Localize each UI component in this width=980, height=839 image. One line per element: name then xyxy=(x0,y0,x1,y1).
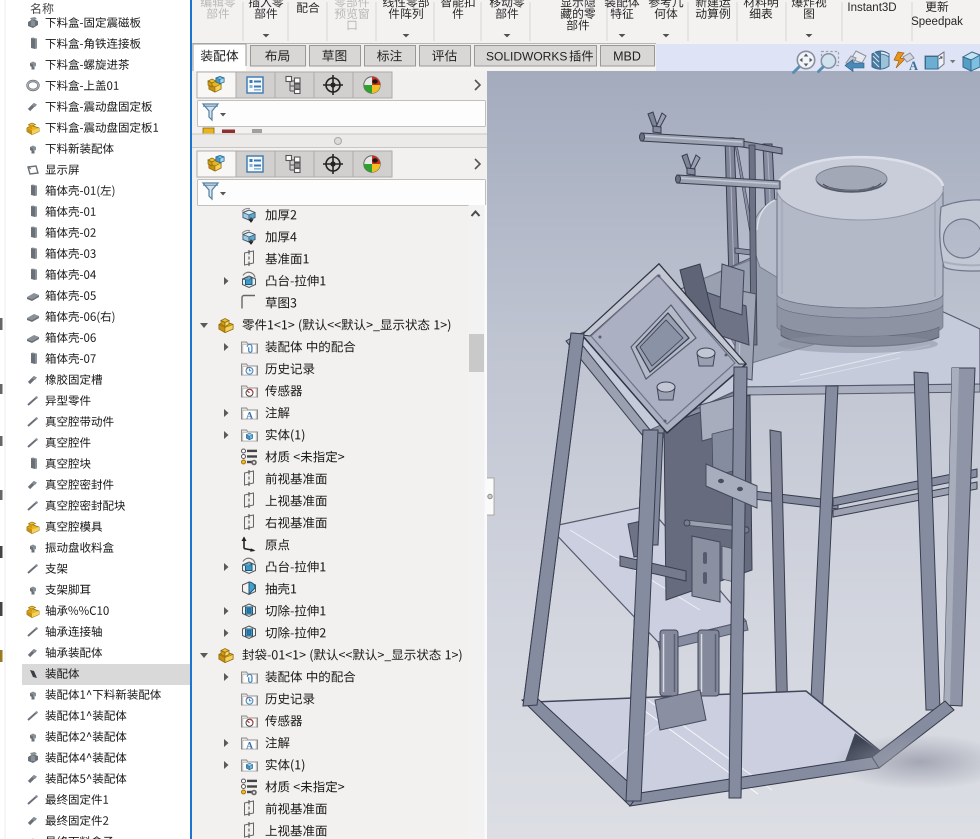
svg-text:Speedpak: Speedpak xyxy=(911,16,963,28)
svg-text:Instant3D: Instant3D xyxy=(847,2,896,14)
svg-text:A: A xyxy=(909,59,918,73)
svg-text:SOLIDWORKS: SOLIDWORKS xyxy=(486,50,567,64)
svg-text:MBD: MBD xyxy=(613,50,641,64)
svg-text:A: A xyxy=(246,411,253,421)
svg-text:A: A xyxy=(246,741,253,751)
